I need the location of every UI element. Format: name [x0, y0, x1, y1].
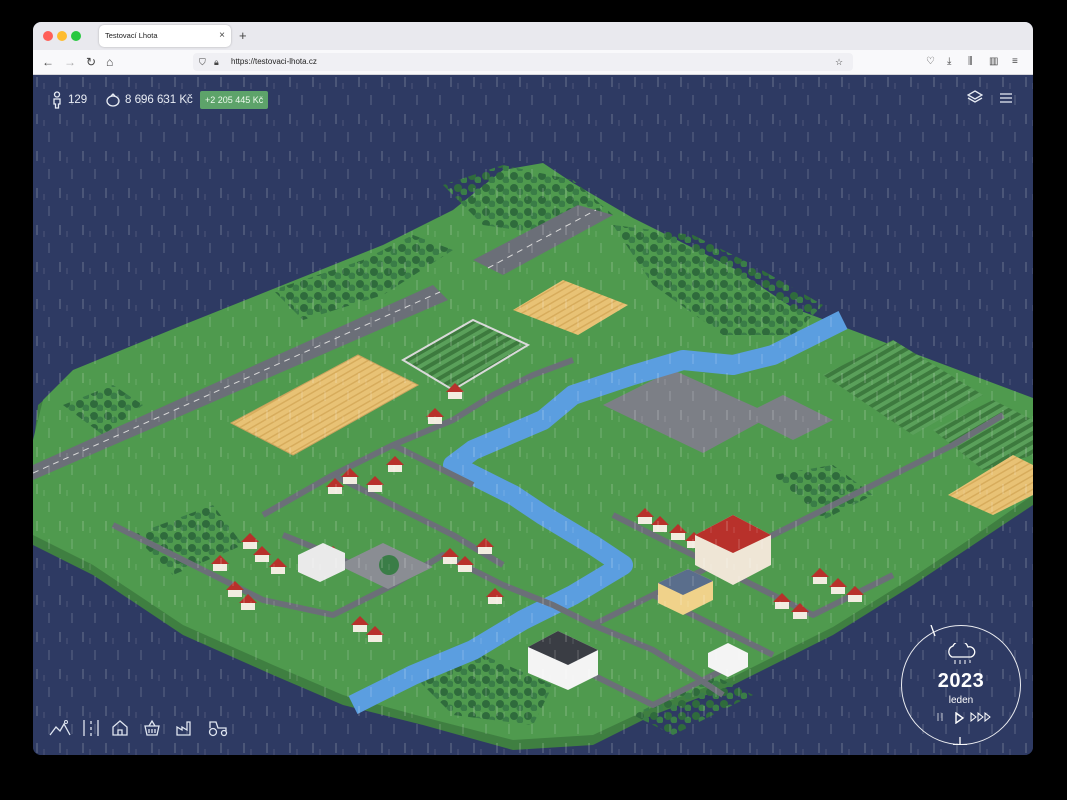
date-clock: 2023 leden — [901, 625, 1021, 745]
library-icon[interactable]: ⫼ — [968, 53, 973, 71]
tab-bar: Testovací Lhota × + — [33, 22, 1033, 50]
app-menu-icon[interactable]: ≡ — [1012, 53, 1018, 71]
browser-window: Testovací Lhota × + ← → ↻ ⌂ ⛉ 🔒︎ https:/… — [33, 22, 1033, 755]
navigation-bar: ← → ↻ ⌂ ⛉ 🔒︎ https://testovaci-lhota.cz … — [33, 50, 1033, 75]
new-tab-button[interactable]: + — [239, 26, 247, 46]
money-delta-badge: +2 205 445 Kč — [200, 91, 269, 109]
bookmark-star-icon[interactable]: ☆ — [835, 53, 843, 71]
city-map[interactable] — [33, 75, 1033, 755]
game-viewport[interactable]: 129 8 696 631 Kč +2 205 445 Kč 2023 lede… — [33, 75, 1033, 755]
minimize-window-button[interactable] — [57, 31, 67, 41]
housing-icon[interactable] — [111, 719, 133, 741]
industry-icon[interactable] — [175, 719, 197, 741]
fast-forward-icon[interactable] — [970, 711, 992, 726]
browser-tab[interactable]: Testovací Lhota × — [99, 25, 231, 47]
rain-overlay — [33, 75, 1033, 755]
money-icon — [105, 89, 121, 111]
current-year: 2023 — [937, 670, 985, 692]
population-icon — [51, 89, 63, 111]
rain-cloud-icon — [944, 640, 978, 672]
forward-icon[interactable]: → — [64, 53, 76, 71]
tab-close-icon[interactable]: × — [219, 25, 225, 47]
reload-icon[interactable]: ↻ — [86, 53, 96, 71]
url-text[interactable]: https://testovaci-lhota.cz — [231, 53, 317, 71]
pocket-icon[interactable]: ♡ — [926, 53, 935, 71]
layers-icon[interactable] — [966, 89, 984, 111]
terrain-icon[interactable] — [49, 719, 71, 741]
roads-icon[interactable] — [81, 719, 103, 741]
shopping-icon[interactable] — [143, 719, 165, 741]
url-bar[interactable]: ⛉ 🔒︎ https://testovaci-lhota.cz ☆ — [193, 53, 853, 71]
money-balance: 8 696 631 Kč — [125, 94, 193, 106]
shield-icon[interactable]: ⛉ — [199, 53, 206, 71]
play-icon[interactable] — [954, 711, 965, 728]
farming-icon[interactable] — [207, 719, 229, 741]
close-window-button[interactable] — [43, 31, 53, 41]
back-icon[interactable]: ← — [42, 53, 54, 71]
maximize-window-button[interactable] — [71, 31, 81, 41]
population-count: 129 — [68, 94, 88, 106]
current-month: leden — [948, 695, 974, 706]
home-icon[interactable]: ⌂ — [106, 53, 113, 71]
lock-icon[interactable]: 🔒︎ — [214, 53, 219, 71]
tab-title: Testovací Lhota — [105, 31, 158, 40]
menu-icon[interactable] — [999, 89, 1013, 111]
downloads-icon[interactable]: ⤓ — [947, 53, 951, 71]
extensions-icon[interactable]: ▥ — [989, 53, 998, 71]
pause-icon[interactable] — [936, 712, 944, 726]
